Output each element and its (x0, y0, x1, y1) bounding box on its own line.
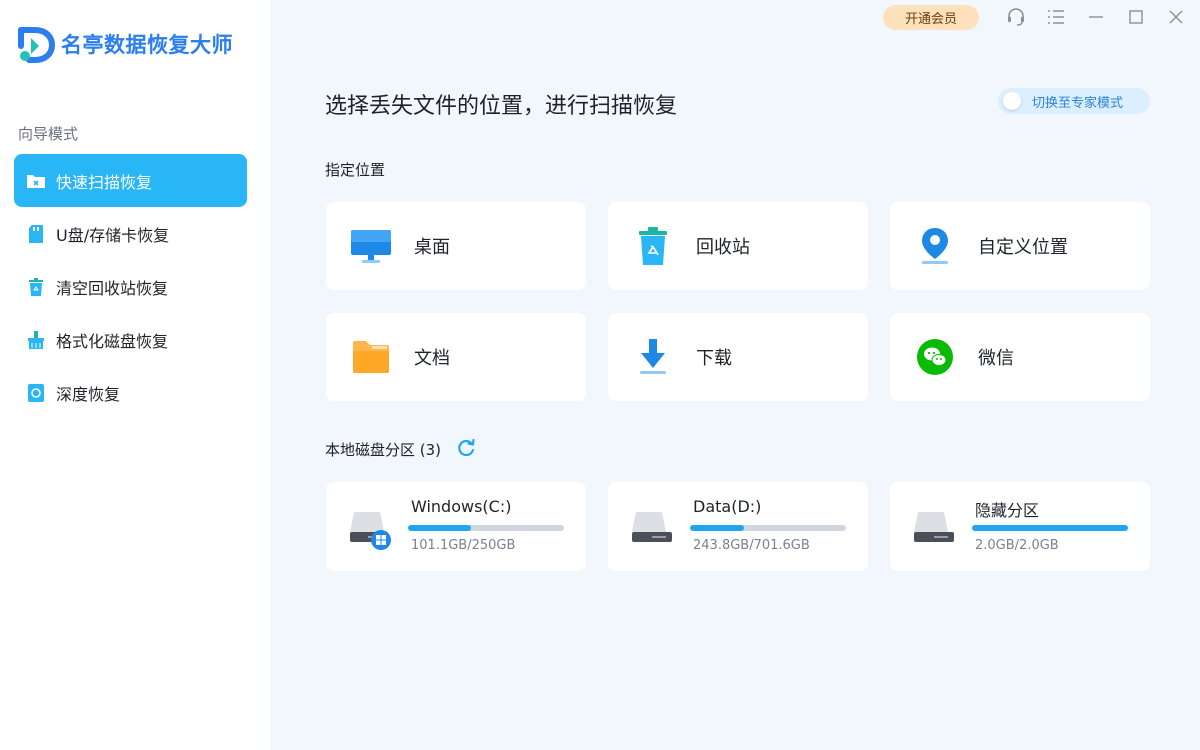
hard-drive-icon (632, 512, 672, 542)
disk-name: Data(D:) (693, 497, 762, 516)
location-card-downloads[interactable]: 下载 (608, 313, 868, 401)
location-card-custom[interactable]: 自定义位置 (890, 202, 1150, 290)
sidebar: 名亭数据恢复大师 向导模式 快速扫描恢复 U盘/存储卡恢复 清空回收站恢复 格式… (0, 0, 270, 750)
disk-size: 2.0GB/2.0GB (975, 538, 1059, 553)
download-arrow-icon (631, 335, 675, 379)
expert-mode-label: 切换至专家模式 (1032, 95, 1124, 111)
sidebar-item-format-disk[interactable]: 格式化磁盘恢复 (14, 313, 247, 366)
recycle-bin-icon (631, 224, 675, 268)
location-label: 桌面 (414, 237, 450, 258)
disk-usage-fill (408, 525, 472, 531)
location-label: 下载 (696, 348, 732, 369)
disk-card-hidden[interactable]: 隐藏分区 2.0GB/2.0GB (890, 482, 1150, 571)
disk-usage-bar (972, 525, 1128, 531)
deep-recovery-icon (26, 383, 46, 403)
sidebar-item-deep-recovery[interactable]: 深度恢复 (14, 366, 247, 419)
location-card-recycle-bin[interactable]: 回收站 (608, 202, 868, 290)
folder-scan-icon (26, 171, 46, 191)
maximize-icon[interactable] (1125, 6, 1147, 28)
disk-usage-bar (408, 525, 564, 531)
sd-card-icon (26, 224, 46, 244)
disk-usage-bar (690, 525, 846, 531)
disk-usage-fill (972, 525, 1128, 531)
sidebar-item-label: 快速扫描恢复 (56, 172, 153, 192)
sidebar-item-label: 清空回收站恢复 (56, 278, 169, 298)
location-card-wechat[interactable]: 微信 (890, 313, 1150, 401)
recycle-bin-icon (26, 277, 46, 297)
windows-drive-icon (350, 512, 391, 550)
app-logo: 名亭数据恢复大师 (17, 24, 233, 64)
location-label: 自定义位置 (978, 237, 1068, 258)
refresh-icon[interactable] (456, 438, 476, 458)
menu-icon[interactable] (1045, 6, 1067, 28)
disks-title: 本地磁盘分区 (3) (325, 441, 442, 459)
document-folder-icon (349, 335, 393, 379)
desktop-monitor-icon (349, 224, 393, 268)
disk-card-d[interactable]: Data(D:) 243.8GB/701.6GB (608, 482, 868, 571)
hard-drive-icon (914, 512, 954, 542)
disk-name: Windows(C:) (411, 497, 512, 516)
location-label: 文档 (414, 348, 450, 369)
sidebar-item-usb-card[interactable]: U盘/存储卡恢复 (14, 207, 247, 260)
location-card-desktop[interactable]: 桌面 (326, 202, 586, 290)
expert-mode-toggle[interactable]: 切换至专家模式 (998, 88, 1150, 114)
location-label: 微信 (978, 348, 1014, 369)
section-label-wizard: 向导模式 (18, 125, 79, 143)
location-card-documents[interactable]: 文档 (326, 313, 586, 401)
vip-button[interactable]: 开通会员 (883, 5, 979, 30)
wechat-icon (913, 335, 957, 379)
disk-size: 243.8GB/701.6GB (693, 538, 810, 553)
sidebar-nav: 快速扫描恢复 U盘/存储卡恢复 清空回收站恢复 格式化磁盘恢复 深度恢复 (14, 154, 247, 419)
app-name: 名亭数据恢复大师 (61, 33, 233, 57)
disk-card-c[interactable]: Windows(C:) 101.1GB/250GB (326, 482, 586, 571)
location-label: 回收站 (696, 237, 750, 258)
locations-title: 指定位置 (325, 161, 386, 179)
disk-name: 隐藏分区 (975, 501, 1040, 520)
location-pin-icon (913, 224, 957, 268)
sidebar-item-recycle-bin[interactable]: 清空回收站恢复 (14, 260, 247, 313)
sidebar-item-label: 格式化磁盘恢复 (56, 331, 169, 351)
close-icon[interactable] (1165, 6, 1187, 28)
format-disk-icon (26, 330, 46, 350)
minimize-icon[interactable] (1085, 6, 1107, 28)
page-title: 选择丢失文件的位置，进行扫描恢复 (325, 94, 678, 119)
sidebar-item-label: U盘/存储卡恢复 (56, 225, 170, 245)
sidebar-item-label: 深度恢复 (56, 384, 121, 404)
headset-icon[interactable] (1005, 6, 1027, 28)
sidebar-item-quick-scan[interactable]: 快速扫描恢复 (14, 154, 247, 207)
disk-usage-fill (690, 525, 745, 531)
toggle-knob (1003, 92, 1021, 110)
disk-size: 101.1GB/250GB (411, 538, 516, 553)
app-logo-icon (18, 27, 55, 63)
